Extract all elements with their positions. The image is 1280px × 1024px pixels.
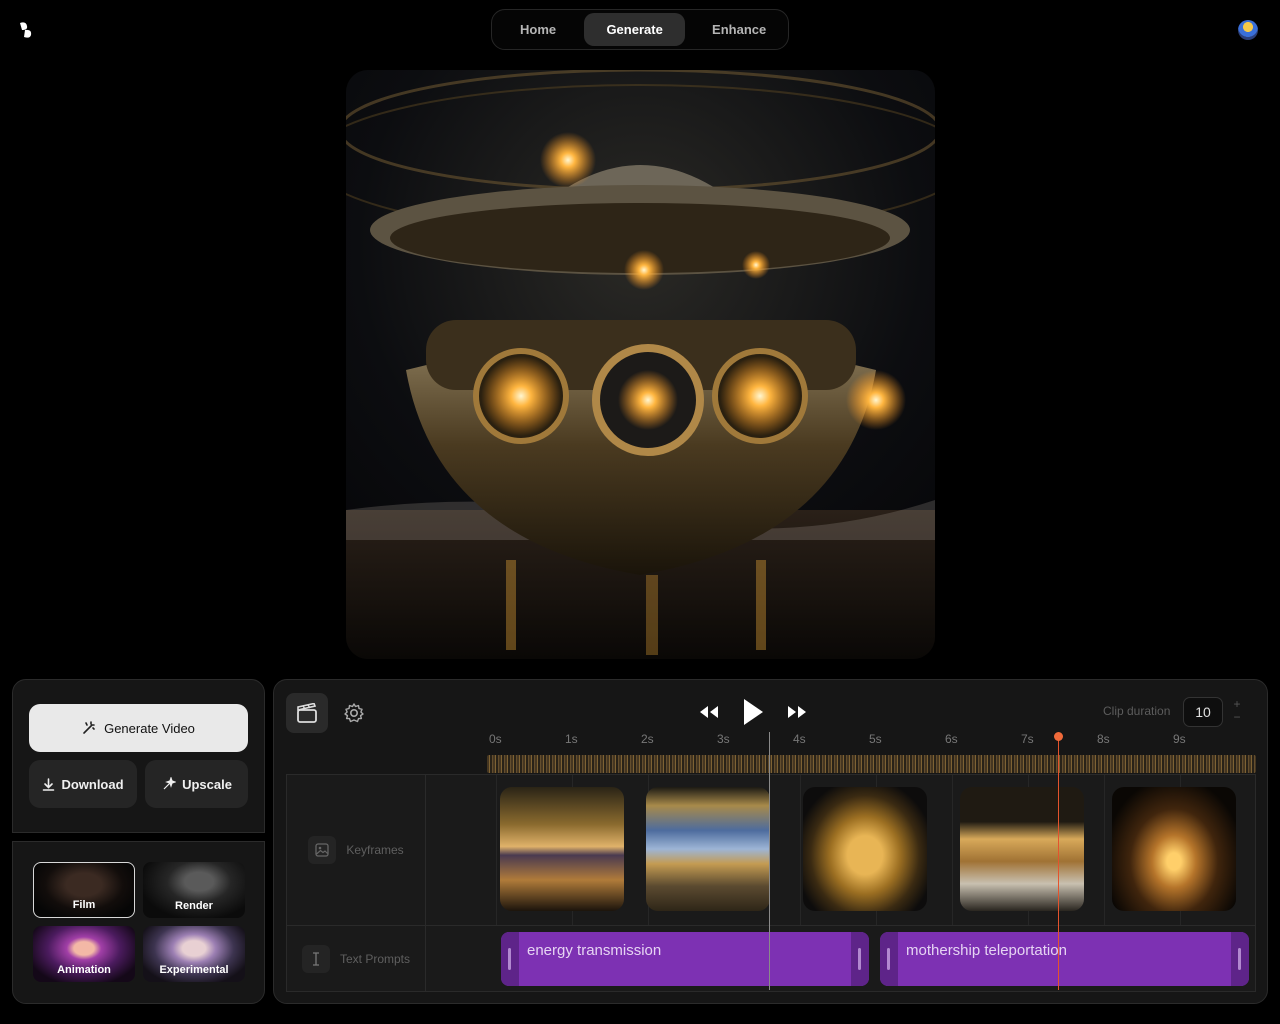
keyframe-thumbnail[interactable] xyxy=(960,787,1084,911)
tick-label: 6s xyxy=(945,732,958,746)
download-label: Download xyxy=(61,776,124,792)
tick-label: 1s xyxy=(565,732,578,746)
keyframes-track: Keyframes xyxy=(287,775,1255,926)
clapperboard-icon xyxy=(297,703,317,723)
style-animation-label: Animation xyxy=(57,964,111,976)
clip-boundary-marker xyxy=(769,732,770,990)
keyframe-thumbnail[interactable] xyxy=(803,787,927,911)
prompt-clip[interactable]: mothership teleportation xyxy=(880,932,1249,986)
image-icon xyxy=(308,836,337,864)
text-prompts-track-header: Text Prompts xyxy=(287,926,426,992)
clip-trim-handle-right[interactable] xyxy=(1231,932,1249,986)
clip-duration-input[interactable]: 10 xyxy=(1183,697,1223,727)
clip-trim-handle-left[interactable] xyxy=(880,932,898,986)
playhead-line[interactable] xyxy=(1058,738,1059,990)
video-preview xyxy=(346,70,935,659)
rewind-icon xyxy=(700,706,718,718)
prompt-clip-text: energy transmission xyxy=(527,942,662,959)
prompt-clip[interactable]: energy transmission xyxy=(501,932,869,986)
tick-label: 3s xyxy=(717,732,730,746)
style-render[interactable]: Render xyxy=(143,862,245,918)
keyframe-thumbnail[interactable] xyxy=(646,787,770,911)
text-prompts-track: Text Prompts energy transmission mothers… xyxy=(287,926,1255,992)
settings-button[interactable] xyxy=(333,693,375,733)
style-animation[interactable]: Animation xyxy=(33,926,135,982)
tab-home[interactable]: Home xyxy=(496,13,580,46)
keyframes-track-header: Keyframes xyxy=(287,775,426,925)
tick-label: 2s xyxy=(641,732,654,746)
main-nav: Home Generate Enhance xyxy=(491,9,789,50)
tick-label: 4s xyxy=(793,732,806,746)
clip-duration-label: Clip duration xyxy=(1103,704,1171,718)
play-button[interactable] xyxy=(738,696,768,728)
sparkle-icon xyxy=(163,776,177,789)
tick-label: 9s xyxy=(1173,732,1186,746)
rewind-button[interactable] xyxy=(694,696,724,728)
tick-label: 0s xyxy=(489,732,502,746)
style-experimental-label: Experimental xyxy=(159,964,229,976)
tab-enhance[interactable]: Enhance xyxy=(689,13,789,46)
generate-video-label: Generate Video xyxy=(104,720,195,736)
playback-controls xyxy=(694,696,812,728)
actions-panel: Generate Video Download Upscale xyxy=(12,679,265,833)
grid-line xyxy=(800,775,801,925)
grid-line xyxy=(1104,775,1105,925)
magic-wand-icon xyxy=(83,721,95,734)
prompt-clip-text: mothership teleportation xyxy=(906,942,1067,959)
timeline-panel: Clip duration 10 + − 0s 1s 2s 3s 4s 5s 6… xyxy=(273,679,1268,1004)
generate-video-button[interactable]: Generate Video xyxy=(29,704,248,752)
user-avatar[interactable] xyxy=(1238,20,1258,40)
playhead-handle[interactable] xyxy=(1054,732,1063,741)
style-experimental[interactable]: Experimental xyxy=(143,926,245,982)
tick-label: 7s xyxy=(1021,732,1034,746)
clip-duration-stepper: + − xyxy=(1231,698,1243,724)
keyframe-thumbnail[interactable] xyxy=(500,787,624,911)
clip-trim-handle-right[interactable] xyxy=(851,932,869,986)
style-film-label: Film xyxy=(72,899,96,911)
style-render-label: Render xyxy=(175,900,213,912)
grid-line xyxy=(496,775,497,925)
decrement-button[interactable]: − xyxy=(1231,711,1243,724)
keyframe-thumbnail[interactable] xyxy=(1112,787,1236,911)
timeline-tracks: Keyframes Text Prompts energy transmissi… xyxy=(286,774,1256,992)
grid-line xyxy=(952,775,953,925)
style-presets-panel: Film Render Animation Experimental xyxy=(12,841,265,1004)
download-button[interactable]: Download xyxy=(29,760,137,808)
text-cursor-icon xyxy=(301,945,330,973)
clapperboard-button[interactable] xyxy=(286,693,328,733)
video-filmstrip[interactable] xyxy=(487,755,1256,773)
fast-forward-icon xyxy=(788,706,806,718)
tick-label: 8s xyxy=(1097,732,1110,746)
app-logo[interactable] xyxy=(18,20,34,40)
text-prompts-label: Text Prompts xyxy=(339,952,411,966)
tick-label: 5s xyxy=(869,732,882,746)
upscale-label: Upscale xyxy=(182,776,232,792)
play-icon xyxy=(744,699,763,725)
clip-trim-handle-left[interactable] xyxy=(501,932,519,986)
download-icon xyxy=(43,777,55,791)
tab-generate[interactable]: Generate xyxy=(584,13,686,46)
upscale-button[interactable]: Upscale xyxy=(145,760,248,808)
fast-forward-button[interactable] xyxy=(782,696,812,728)
gear-icon xyxy=(344,703,364,723)
keyframes-label: Keyframes xyxy=(346,843,404,857)
style-film[interactable]: Film xyxy=(33,862,135,918)
